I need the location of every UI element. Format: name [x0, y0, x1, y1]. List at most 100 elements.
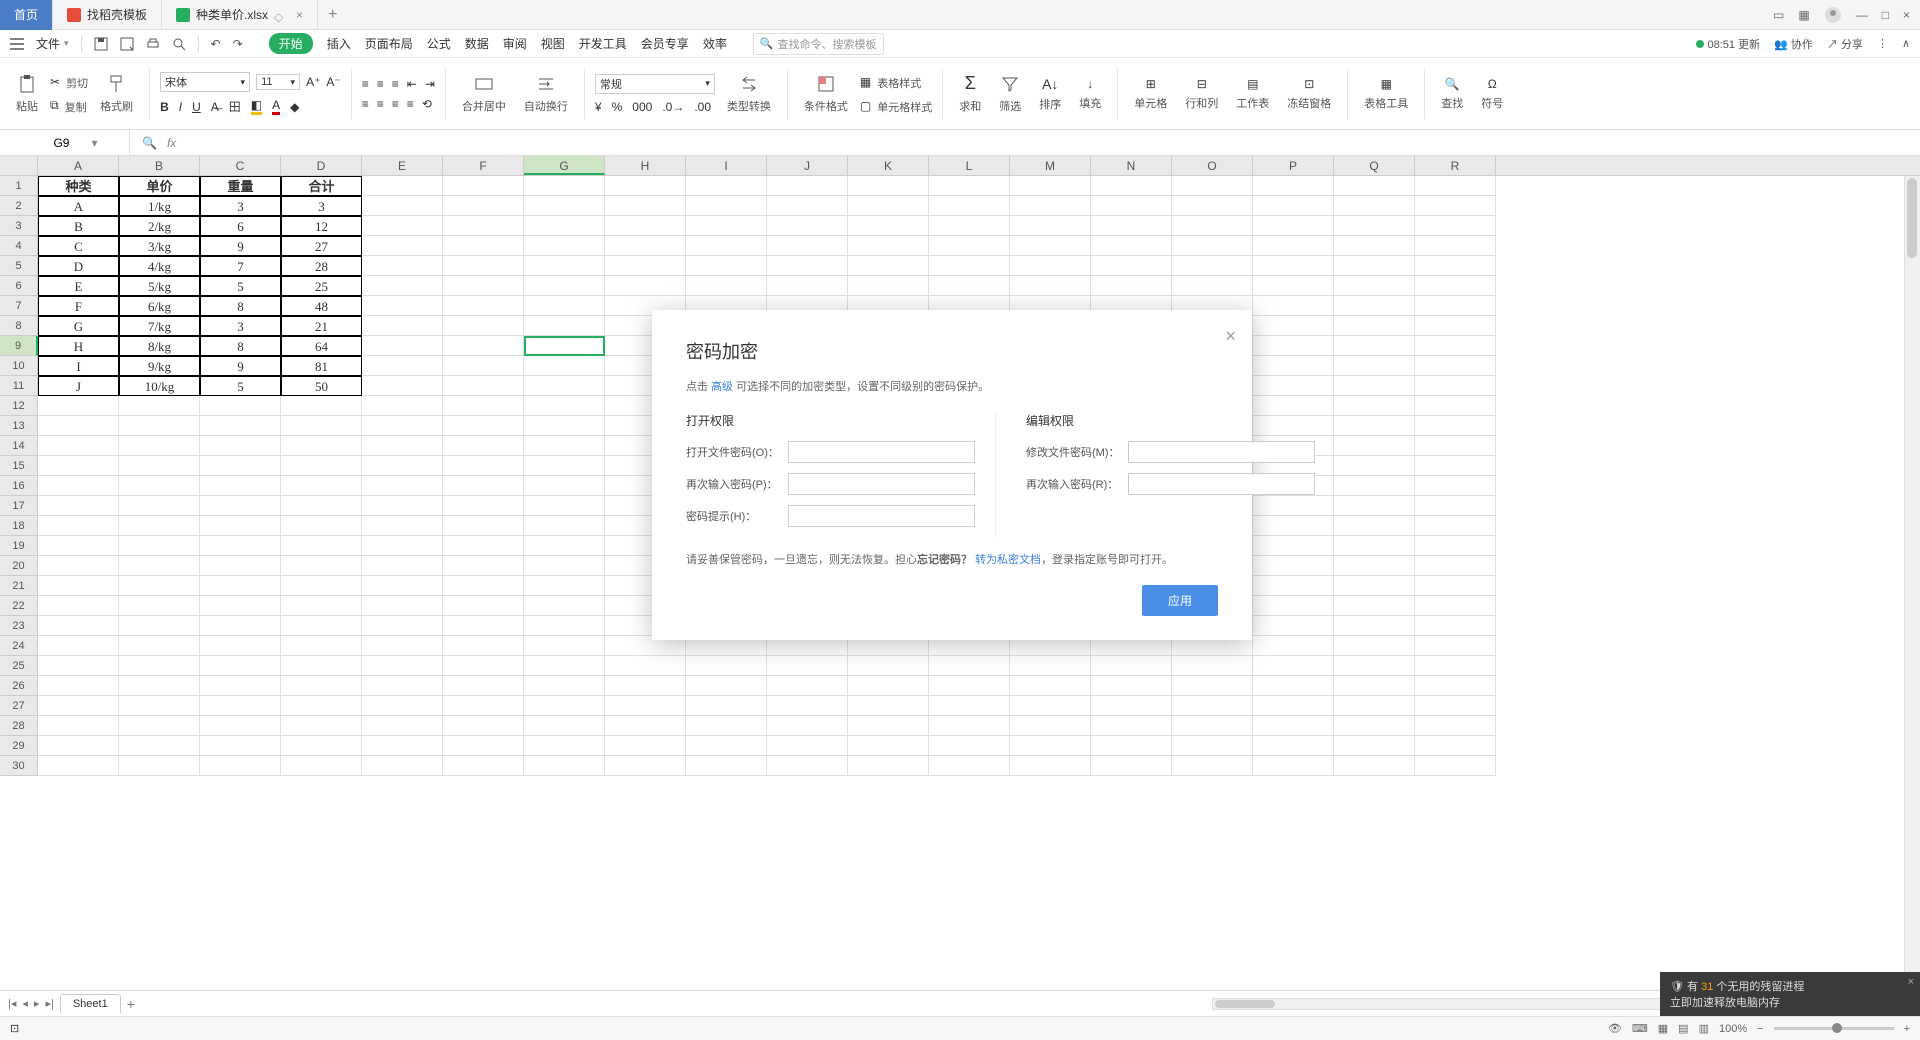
cell[interactable] — [38, 596, 119, 616]
cell[interactable] — [1091, 236, 1172, 256]
cell[interactable] — [929, 736, 1010, 756]
cell[interactable] — [1334, 616, 1415, 636]
condfmt-icon[interactable] — [816, 74, 836, 94]
cell[interactable] — [1334, 596, 1415, 616]
cell[interactable] — [1253, 336, 1334, 356]
undo-icon[interactable]: ↶ — [211, 37, 221, 51]
eye-icon[interactable]: 👁 — [1608, 1022, 1622, 1035]
cell[interactable] — [1334, 676, 1415, 696]
cell[interactable] — [1010, 276, 1091, 296]
increase-font-icon[interactable]: A⁺ — [306, 75, 320, 89]
ribbon-tab-layout[interactable]: 页面布局 — [365, 35, 413, 52]
cell[interactable]: 7 — [200, 256, 281, 276]
cell[interactable]: 1/kg — [119, 196, 200, 216]
fx-search-icon[interactable]: 🔍 — [142, 136, 157, 150]
cell[interactable] — [119, 496, 200, 516]
cell[interactable] — [443, 376, 524, 396]
cell[interactable] — [38, 516, 119, 536]
col-head-G[interactable]: G — [524, 156, 605, 175]
cell[interactable] — [200, 756, 281, 776]
cell[interactable] — [686, 276, 767, 296]
cell[interactable] — [524, 656, 605, 676]
row-head[interactable]: 14 — [0, 436, 38, 456]
cell[interactable] — [38, 756, 119, 776]
cell[interactable] — [281, 596, 362, 616]
cell[interactable] — [119, 656, 200, 676]
name-box-input[interactable] — [31, 136, 91, 150]
cell[interactable]: 25 — [281, 276, 362, 296]
cell[interactable]: 12 — [281, 216, 362, 236]
cell[interactable] — [1334, 696, 1415, 716]
apps-icon[interactable]: ▦ — [1798, 8, 1809, 22]
cell[interactable]: 5/kg — [119, 276, 200, 296]
ribbon-tab-formula[interactable]: 公式 — [427, 35, 451, 52]
cell[interactable] — [200, 436, 281, 456]
cell[interactable] — [605, 216, 686, 236]
cell[interactable] — [200, 576, 281, 596]
cell[interactable] — [119, 456, 200, 476]
cell[interactable] — [119, 416, 200, 436]
col-head-B[interactable]: B — [119, 156, 200, 175]
cell[interactable]: 重量 — [200, 176, 281, 196]
cell[interactable] — [443, 256, 524, 276]
cell[interactable]: 9 — [200, 356, 281, 376]
cell[interactable] — [1415, 436, 1496, 456]
cell[interactable] — [1334, 336, 1415, 356]
dec-dec-icon[interactable]: .00 — [694, 100, 711, 114]
cell[interactable] — [686, 216, 767, 236]
font-select[interactable]: 宋体▾ — [160, 72, 250, 92]
avatar-icon[interactable] — [1824, 6, 1842, 24]
cell[interactable]: 6/kg — [119, 296, 200, 316]
cell[interactable] — [443, 676, 524, 696]
cell[interactable]: 种类 — [38, 176, 119, 196]
cell[interactable] — [1415, 636, 1496, 656]
cell[interactable] — [443, 536, 524, 556]
cell[interactable] — [119, 396, 200, 416]
col-head-F[interactable]: F — [443, 156, 524, 175]
cell[interactable] — [443, 636, 524, 656]
cell[interactable]: 单价 — [119, 176, 200, 196]
cell[interactable] — [200, 536, 281, 556]
cell[interactable] — [200, 616, 281, 636]
cell[interactable] — [1010, 256, 1091, 276]
cell[interactable] — [929, 176, 1010, 196]
vertical-scrollbar[interactable] — [1904, 176, 1920, 990]
cell[interactable] — [1172, 236, 1253, 256]
cell[interactable]: 5 — [200, 276, 281, 296]
cell[interactable] — [1010, 696, 1091, 716]
cell[interactable] — [443, 416, 524, 436]
cell[interactable] — [524, 536, 605, 556]
cell[interactable] — [848, 256, 929, 276]
cell[interactable] — [1253, 316, 1334, 336]
cell[interactable] — [443, 596, 524, 616]
cell[interactable] — [524, 416, 605, 436]
size-select[interactable]: 11▾ — [256, 74, 300, 90]
copy-icon[interactable]: ⧉ — [50, 98, 59, 113]
decrease-font-icon[interactable]: A⁻ — [326, 75, 340, 89]
formula-input[interactable] — [186, 135, 1908, 150]
cell[interactable] — [362, 456, 443, 476]
cell[interactable] — [1010, 716, 1091, 736]
align-right-icon[interactable]: ≡ — [392, 97, 399, 111]
cell[interactable] — [767, 216, 848, 236]
cell[interactable] — [119, 616, 200, 636]
cell[interactable] — [281, 616, 362, 636]
cell[interactable] — [1253, 356, 1334, 376]
cell[interactable] — [119, 716, 200, 736]
share-button[interactable]: ↗ 分享 — [1827, 36, 1863, 52]
row-head[interactable]: 5 — [0, 256, 38, 276]
percent-icon[interactable]: % — [612, 100, 623, 114]
cell[interactable] — [281, 696, 362, 716]
cell[interactable]: 3 — [200, 316, 281, 336]
sheet-nav-prev-icon[interactable]: ◂ — [22, 997, 28, 1010]
cell[interactable] — [605, 676, 686, 696]
ribbon-tab-eff[interactable]: 效率 — [703, 35, 727, 52]
cell[interactable] — [524, 236, 605, 256]
cell[interactable] — [281, 716, 362, 736]
cell[interactable] — [524, 336, 605, 356]
paste-label[interactable]: 粘贴 — [16, 96, 38, 114]
cell[interactable] — [443, 276, 524, 296]
cell[interactable] — [1415, 196, 1496, 216]
row-head[interactable]: 10 — [0, 356, 38, 376]
row-head[interactable]: 28 — [0, 716, 38, 736]
